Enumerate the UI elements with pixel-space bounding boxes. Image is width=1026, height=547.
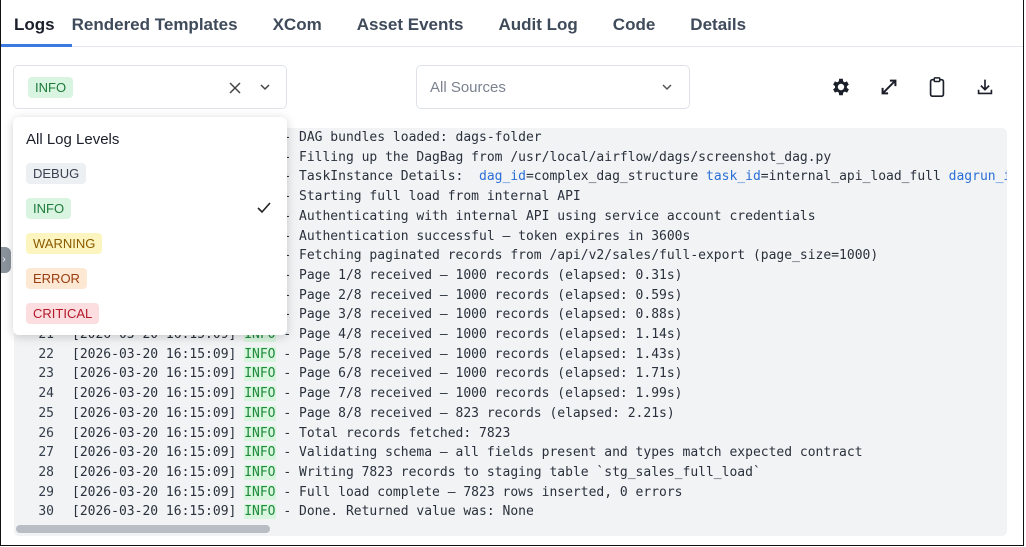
- option-critical[interactable]: CRITICAL: [26, 303, 100, 324]
- line-number: 22: [38, 346, 54, 362]
- log-value: =internal_api_load_full: [760, 169, 949, 185]
- log-level: INFO: [244, 484, 276, 500]
- log-message: - Total records fetched: 7823: [283, 425, 511, 441]
- line-number: 29: [38, 484, 54, 500]
- tab-bar: Logs Rendered Templates XCom Asset Event…: [1, 0, 1023, 47]
- log-message: - Page 2/8 received — 1000 records (elap…: [283, 287, 683, 303]
- tab-code[interactable]: Code: [613, 0, 691, 47]
- tab-logs[interactable]: Logs: [1, 0, 72, 47]
- log-level: INFO: [244, 386, 276, 402]
- tab-audit-log[interactable]: Audit Log: [498, 0, 612, 47]
- log-line: 22 [2026-03-20 16:15:09] INFO - Page 5/8 …: [14, 345, 683, 365]
- log-level: INFO: [244, 445, 276, 461]
- log-line: 25 [2026-03-20 16:15:09] INFO - Page 8/8 …: [14, 404, 675, 424]
- option-debug[interactable]: DEBUG: [26, 163, 87, 184]
- option-error[interactable]: ERROR: [26, 268, 87, 289]
- source-select-placeholder: All Sources: [430, 79, 506, 96]
- log-level: INFO: [244, 346, 276, 362]
- tab-asset-events[interactable]: Asset Events: [357, 0, 499, 47]
- download-icon[interactable]: [974, 76, 996, 98]
- log-message: - Authenticating with internal API using…: [283, 208, 816, 224]
- check-icon: [257, 202, 271, 214]
- option-all-log-levels[interactable]: All Log Levels: [26, 131, 119, 148]
- log-message: - Full load complete — 7823 rows inserte…: [283, 484, 683, 500]
- line-number: 30: [38, 504, 54, 520]
- log-message: - Done. Returned value was: None: [283, 504, 534, 520]
- tab-details[interactable]: Details: [690, 0, 746, 47]
- log-level: INFO: [244, 504, 276, 520]
- clipboard-icon[interactable]: [926, 76, 948, 98]
- log-message: - Page 3/8 received — 1000 records (elap…: [283, 307, 683, 323]
- log-message: - Page 8/8 received — 823 records (elaps…: [283, 405, 675, 421]
- log-timestamp: [2026-03-20 16:15:09]: [72, 425, 237, 441]
- log-message: - Page 1/8 received — 1000 records (elap…: [283, 267, 683, 283]
- log-message: - Fetching paginated records from /api/v…: [283, 248, 879, 264]
- line-number: 25: [38, 405, 54, 421]
- chevron-down-icon: [662, 84, 672, 91]
- log-message: - TaskInstance Details:: [283, 169, 480, 185]
- close-icon[interactable]: [228, 81, 242, 95]
- log-timestamp: [2026-03-20 16:15:09]: [72, 445, 237, 461]
- log-timestamp: [2026-03-20 16:15:09]: [72, 366, 237, 382]
- task-instance-panel: Logs Rendered Templates XCom Asset Event…: [0, 0, 1024, 546]
- log-message: - Writing 7823 records to staging table …: [283, 464, 761, 480]
- log-timestamp: [2026-03-20 16:15:09]: [72, 386, 237, 402]
- expand-sidebar-handle[interactable]: ›: [1, 247, 11, 273]
- log-message: - Starting full load from internal API: [283, 189, 581, 205]
- log-level: INFO: [244, 366, 276, 382]
- log-key: dag_id: [479, 169, 526, 185]
- log-level: INFO: [244, 464, 276, 480]
- log-timestamp: [2026-03-20 16:15:09]: [72, 405, 237, 421]
- log-message: - Filling up the DagBag from /usr/local/…: [283, 149, 832, 165]
- log-level: INFO: [244, 405, 276, 421]
- option-warning[interactable]: WARNING: [26, 233, 103, 254]
- log-message: - Authentication successful — token expi…: [283, 228, 691, 244]
- log-level-select[interactable]: INFO: [13, 65, 287, 109]
- log-line: 26 [2026-03-20 16:15:09] INFO - Total rec…: [14, 424, 510, 444]
- log-timestamp: [2026-03-20 16:15:09]: [72, 484, 237, 500]
- line-number: 28: [38, 464, 54, 480]
- chevron-down-icon[interactable]: [259, 82, 271, 92]
- log-line: 28 [2026-03-20 16:15:09] INFO - Writing 7…: [14, 463, 761, 483]
- log-message: - Page 6/8 received — 1000 records (elap…: [283, 366, 683, 382]
- line-number: 27: [38, 445, 54, 461]
- log-message: - Validating schema — all fields present…: [283, 445, 863, 461]
- log-line: 24 [2026-03-20 16:15:09] INFO - Page 7/8 …: [14, 384, 683, 404]
- tab-xcom[interactable]: XCom: [273, 0, 357, 47]
- log-value: =complex_dag_structure: [525, 169, 706, 185]
- log-level: INFO: [244, 425, 276, 441]
- log-timestamp: [2026-03-20 16:15:09]: [72, 346, 237, 362]
- selected-level-badge: INFO: [28, 77, 74, 98]
- log-timestamp: [2026-03-20 16:15:09]: [72, 464, 237, 480]
- option-info[interactable]: INFO: [26, 198, 72, 219]
- log-key: task_id: [706, 169, 761, 185]
- line-number: 23: [38, 366, 54, 382]
- log-line: 27 [2026-03-20 16:15:09] INFO - Validatin…: [14, 443, 863, 463]
- log-message: - DAG bundles loaded: dags-folder: [283, 130, 542, 145]
- source-select[interactable]: All Sources: [416, 65, 690, 109]
- log-key: dagrun_id: [948, 169, 1007, 185]
- log-timestamp: [2026-03-20 16:15:09]: [72, 504, 237, 520]
- line-number: 24: [38, 386, 54, 402]
- log-line: 30 [2026-03-20 16:15:09] INFO - Done. Ret…: [14, 502, 534, 522]
- log-message: - Page 4/8 received — 1000 records (elap…: [283, 327, 683, 342]
- log-level-dropdown: All Log Levels DEBUG INFO WARNING ERROR …: [13, 117, 287, 335]
- horizontal-scrollbar[interactable]: [16, 525, 270, 533]
- tab-rendered-templates[interactable]: Rendered Templates: [72, 0, 273, 47]
- log-line: 23 [2026-03-20 16:15:09] INFO - Page 6/8 …: [14, 364, 683, 384]
- log-message: - Page 7/8 received — 1000 records (elap…: [283, 386, 683, 402]
- log-line: 29 [2026-03-20 16:15:09] INFO - Full load…: [14, 483, 683, 503]
- gear-icon[interactable]: [830, 76, 852, 98]
- log-message: - Page 5/8 received — 1000 records (elap…: [283, 346, 683, 362]
- expand-icon[interactable]: [878, 76, 900, 98]
- line-number: 26: [38, 425, 54, 441]
